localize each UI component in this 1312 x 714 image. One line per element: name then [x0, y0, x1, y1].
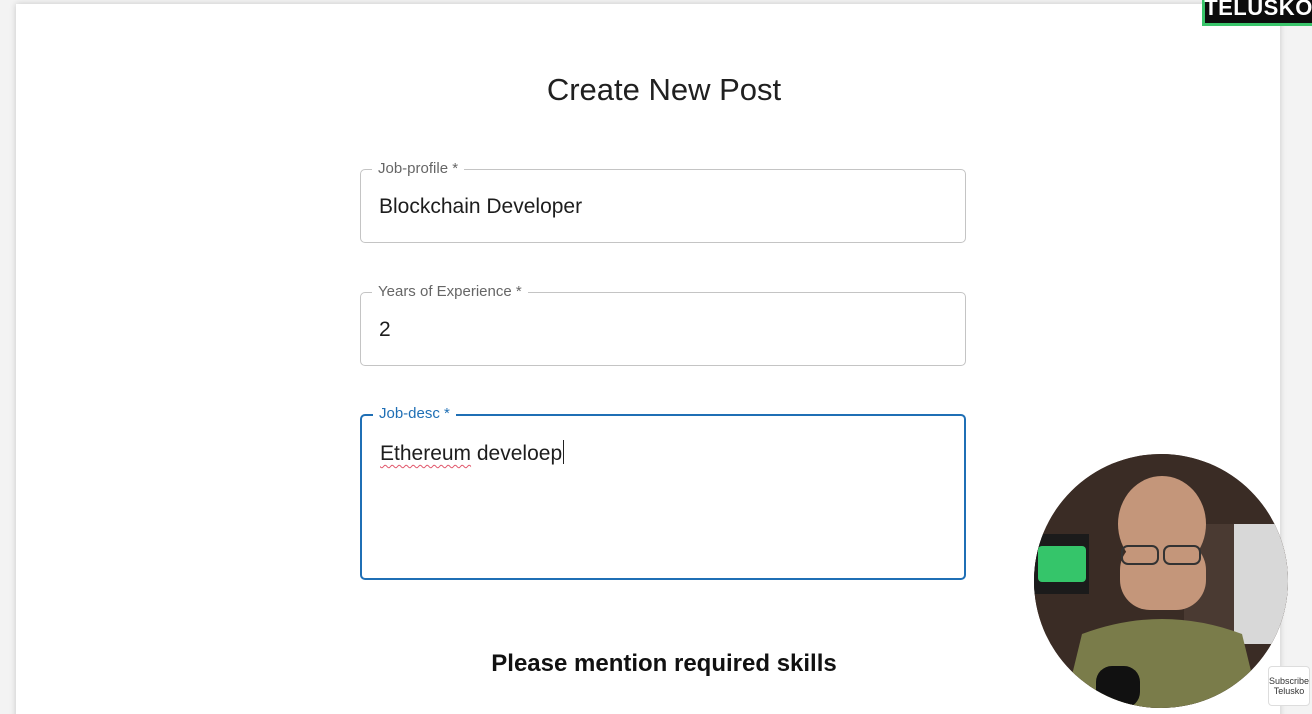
webcam-overlay: [1034, 454, 1288, 708]
telusko-logo: TELUSKO: [1202, 0, 1312, 26]
years-experience-label: Years of Experience *: [372, 283, 528, 301]
presenter-image: [1034, 454, 1288, 708]
job-profile-value: Blockchain Developer: [379, 195, 583, 218]
job-desc-textarea[interactable]: Job-desc * Ethereum develoep: [360, 405, 966, 580]
job-desc-value: Ethereum develoep: [380, 440, 565, 466]
years-experience-field[interactable]: Years of Experience * 2: [360, 283, 966, 366]
subscribe-button[interactable]: Subscribe Telusko: [1268, 666, 1310, 706]
job-desc-label: Job-desc *: [373, 405, 456, 423]
text-caret: [563, 440, 565, 464]
years-experience-value: 2: [379, 318, 391, 341]
subscribe-label: Subscribe: [1269, 676, 1310, 686]
subscribe-channel: Telusko: [1273, 686, 1305, 696]
job-profile-field[interactable]: Job-profile * Blockchain Developer: [360, 160, 966, 243]
screen: Create New Post Job-profile * Blockchain…: [0, 0, 1312, 714]
job-desc-value-rest: develoep: [471, 442, 563, 465]
page-title: Create New Post: [546, 72, 782, 107]
spellcheck-word: Ethereum: [380, 442, 472, 465]
job-profile-label: Job-profile *: [372, 160, 465, 178]
